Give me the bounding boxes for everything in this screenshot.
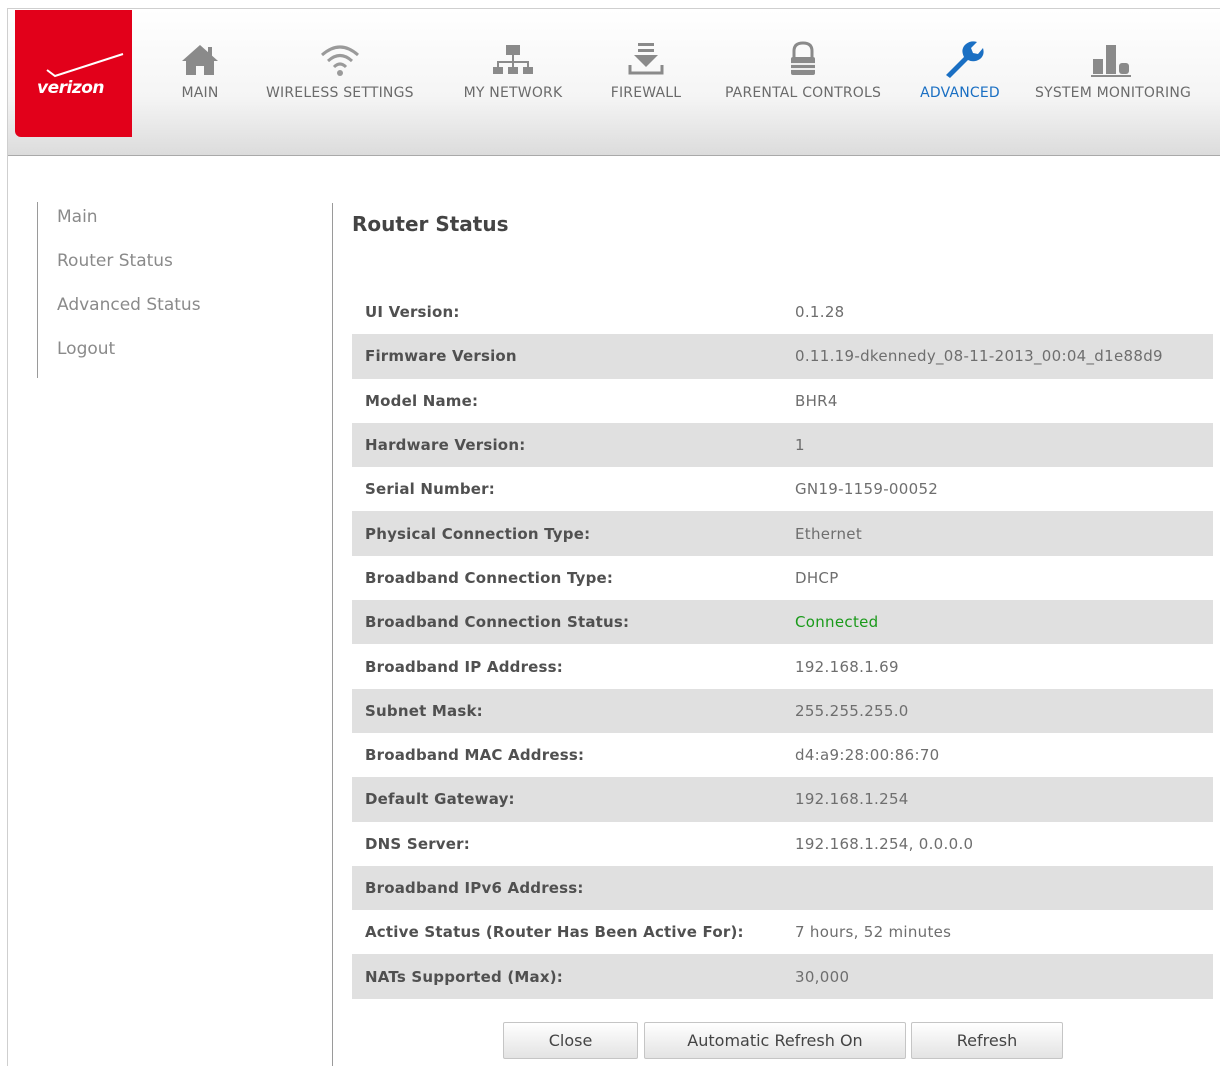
table-row: Broadband IP Address: 192.168.1.69 [352, 644, 1213, 688]
row-label: Hardware Version: [365, 436, 526, 455]
row-value: DHCP [795, 568, 839, 587]
nav-firewall[interactable]: FIREWALL [608, 39, 684, 101]
top-navigation-bar: verizon MAIN WIRELESS SETTINGS MY NETWOR… [8, 9, 1220, 156]
nav-advanced-label: ADVANCED [920, 85, 1000, 101]
table-row: Serial Number: GN19-1159-00052 [352, 467, 1213, 511]
lock-icon [791, 41, 815, 75]
nav-my-network-label: MY NETWORK [463, 85, 563, 101]
row-label: Broadband Connection Type: [365, 568, 614, 587]
table-row: Physical Connection Type: Ethernet [352, 511, 1213, 556]
table-row: NATs Supported (Max): 30,000 [352, 954, 1213, 999]
row-label: Broadband IPv6 Address: [365, 879, 584, 897]
nav-my-network[interactable]: MY NETWORK [463, 39, 563, 101]
table-row: Firmware Version 0.11.19-dkennedy_08-11-… [352, 334, 1213, 379]
sidebar-item-advanced-status[interactable]: Advanced Status [38, 290, 287, 334]
row-label: UI Version: [365, 303, 460, 322]
table-row: Model Name: BHR4 [352, 379, 1213, 423]
table-row: Broadband MAC Address: d4:a9:28:00:86:70 [352, 733, 1213, 777]
row-label: Subnet Mask: [365, 701, 483, 720]
table-row: Broadband Connection Status: Connected [352, 600, 1213, 645]
nav-firewall-label: FIREWALL [610, 85, 682, 101]
router-status-table: UI Version: 0.1.28 Firmware Version 0.11… [352, 290, 1213, 999]
sidebar: Main Router Status Advanced Status Logou… [37, 202, 287, 378]
row-label: Serial Number: [365, 480, 495, 499]
row-value: 7 hours, 52 minutes [795, 923, 952, 942]
row-label: Broadband MAC Address: [365, 746, 585, 765]
table-row: Hardware Version: 1 [352, 422, 1213, 468]
page-title: Router Status [352, 212, 509, 236]
close-button[interactable]: Close [503, 1022, 638, 1059]
automatic-refresh-button[interactable]: Automatic Refresh On [644, 1022, 906, 1059]
row-value: 0.1.28 [795, 303, 845, 322]
row-label: Broadband IP Address: [365, 657, 563, 676]
row-value: d4:a9:28:00:86:70 [795, 746, 940, 765]
network-icon [493, 45, 533, 74]
home-icon [182, 45, 218, 75]
table-row: Subnet Mask: 255.255.255.0 [352, 688, 1213, 733]
table-row: Active Status (Router Has Been Active Fo… [352, 910, 1213, 954]
content-divider [332, 203, 333, 1066]
connection-status-value: Connected [795, 613, 879, 632]
row-label: NATs Supported (Max): [365, 967, 563, 986]
row-value: BHR4 [795, 391, 838, 410]
nav-main[interactable]: MAIN [178, 39, 222, 101]
wifi-icon [320, 45, 359, 76]
nav-parental-controls-label: PARENTAL CONTROLS [724, 85, 882, 101]
logo-wordmark: verizon [37, 78, 105, 98]
nav-main-label: MAIN [181, 85, 219, 101]
table-row: UI Version: 0.1.28 [352, 290, 1213, 334]
nav-wireless-settings-label: WIRELESS SETTINGS [266, 85, 414, 101]
row-value: 255.255.255.0 [795, 701, 909, 720]
row-value: 1 [795, 436, 805, 455]
table-row: Default Gateway: 192.168.1.254 [352, 777, 1213, 822]
row-value: GN19-1159-00052 [795, 480, 939, 499]
nav-parental-controls[interactable]: PARENTAL CONTROLS [721, 39, 885, 101]
table-row: Broadband IPv6 Address: [352, 865, 1213, 911]
table-row: DNS Server: 192.168.1.254, 0.0.0.0 [352, 822, 1213, 866]
table-row: Broadband Connection Type: DHCP [352, 556, 1213, 600]
row-label: Broadband Connection Status: [365, 613, 630, 632]
row-label: Model Name: [365, 391, 479, 410]
row-label: DNS Server: [365, 834, 470, 853]
nav-system-monitoring-label: SYSTEM MONITORING [1035, 85, 1192, 101]
nav-advanced[interactable]: ADVANCED [912, 39, 1008, 101]
nav-wireless-settings[interactable]: WIRELESS SETTINGS [266, 39, 414, 101]
frame-left-border [7, 8, 8, 1066]
nav-system-monitoring[interactable]: SYSTEM MONITORING [1035, 39, 1191, 101]
row-value: 30,000 [795, 967, 850, 986]
refresh-button[interactable]: Refresh [911, 1022, 1063, 1059]
row-value: 192.168.1.254 [795, 790, 909, 809]
row-label: Default Gateway: [365, 790, 515, 809]
wrench-icon [946, 41, 984, 78]
row-value: 192.168.1.69 [795, 657, 899, 676]
bar-chart-icon [1091, 45, 1132, 77]
row-label: Physical Connection Type: [365, 524, 591, 543]
row-value: 192.168.1.254, 0.0.0.0 [795, 834, 974, 853]
row-label: Firmware Version [365, 347, 517, 366]
sidebar-item-logout[interactable]: Logout [38, 334, 287, 378]
row-value: Ethernet [795, 524, 863, 543]
verizon-logo[interactable]: verizon [15, 10, 132, 137]
row-value: 0.11.19-dkennedy_08-11-2013_00:04_d1e88d… [795, 347, 1163, 366]
row-label: Active Status (Router Has Been Active Fo… [365, 923, 744, 942]
firewall-icon [628, 43, 664, 75]
sidebar-item-router-status[interactable]: Router Status [38, 246, 287, 290]
sidebar-item-main[interactable]: Main [38, 202, 287, 246]
